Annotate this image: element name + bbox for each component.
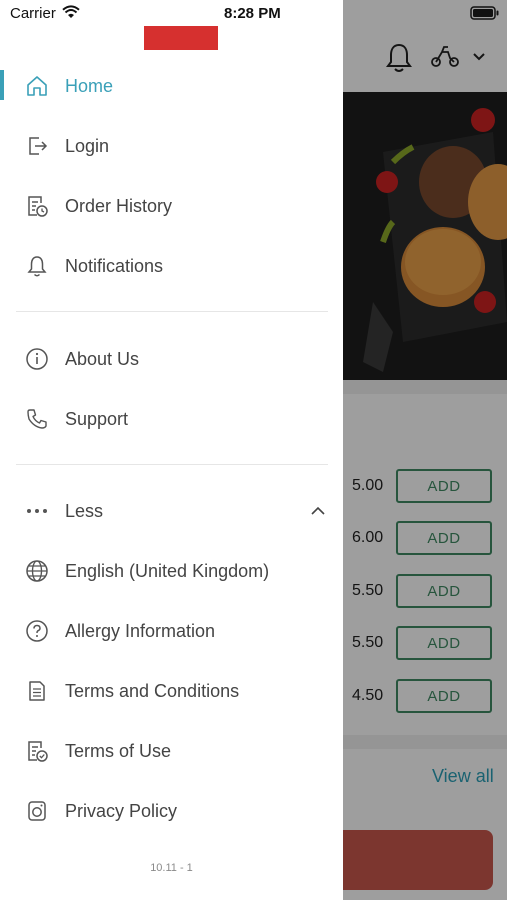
home-icon bbox=[24, 73, 50, 99]
more-dots-icon bbox=[24, 498, 50, 524]
menu-divider bbox=[16, 311, 328, 312]
carrier-label: Carrier bbox=[10, 5, 56, 22]
info-icon bbox=[24, 346, 50, 372]
privacy-icon bbox=[24, 798, 50, 824]
menu-divider bbox=[16, 464, 328, 465]
brand-logo bbox=[144, 26, 218, 50]
menu-item-terms-of-use[interactable]: Terms of Use bbox=[0, 723, 343, 779]
question-icon bbox=[24, 618, 50, 644]
bell-icon bbox=[24, 253, 50, 279]
menu-item-label: Less bbox=[65, 500, 104, 521]
menu-item-label: Order History bbox=[65, 195, 173, 216]
menu-item-label: Support bbox=[65, 408, 129, 429]
menu-item-notifications[interactable]: Notifications bbox=[0, 238, 343, 294]
menu-item-terms-and-conditions[interactable]: Terms and Conditions bbox=[0, 663, 343, 719]
menu-item-label: Allergy Information bbox=[65, 620, 216, 641]
battery-icon bbox=[470, 6, 500, 20]
login-icon bbox=[24, 133, 50, 159]
status-bar: Carrier 8:28 PM bbox=[0, 0, 507, 28]
order-history-icon bbox=[24, 193, 50, 219]
menu-item-label: Terms and Conditions bbox=[65, 680, 240, 701]
chevron-up-icon bbox=[310, 506, 326, 516]
menu-item-label: Privacy Policy bbox=[65, 800, 178, 821]
menu-item-label: English (United Kingdom) bbox=[65, 560, 270, 581]
menu-item-language[interactable]: English (United Kingdom) bbox=[0, 543, 343, 599]
menu-item-allergy-information[interactable]: Allergy Information bbox=[0, 603, 343, 659]
menu-item-about-us[interactable]: About Us bbox=[0, 331, 343, 387]
menu-item-label: About Us bbox=[65, 348, 140, 369]
menu-item-privacy-policy[interactable]: Privacy Policy bbox=[0, 783, 343, 839]
clock: 8:28 PM bbox=[224, 5, 281, 22]
menu-item-home[interactable]: Home bbox=[0, 58, 343, 114]
globe-icon bbox=[24, 558, 50, 584]
menu-item-order-history[interactable]: Order History bbox=[0, 178, 343, 234]
document-icon bbox=[24, 678, 50, 704]
document-check-icon bbox=[24, 738, 50, 764]
menu-item-login[interactable]: Login bbox=[0, 118, 343, 174]
menu-item-label: Notifications bbox=[65, 255, 164, 276]
menu-toggle-less[interactable]: Less bbox=[0, 483, 343, 539]
phone-icon bbox=[24, 406, 50, 432]
app-version: 10.11 - 1 bbox=[150, 862, 193, 874]
menu-item-support[interactable]: Support bbox=[0, 391, 343, 447]
navigation-drawer: Home Login Order History Notifications A… bbox=[0, 0, 343, 900]
menu-item-label: Terms of Use bbox=[65, 740, 172, 761]
menu-item-label: Login bbox=[65, 135, 110, 156]
menu-item-label: Home bbox=[65, 75, 114, 96]
wifi-icon bbox=[62, 5, 80, 19]
